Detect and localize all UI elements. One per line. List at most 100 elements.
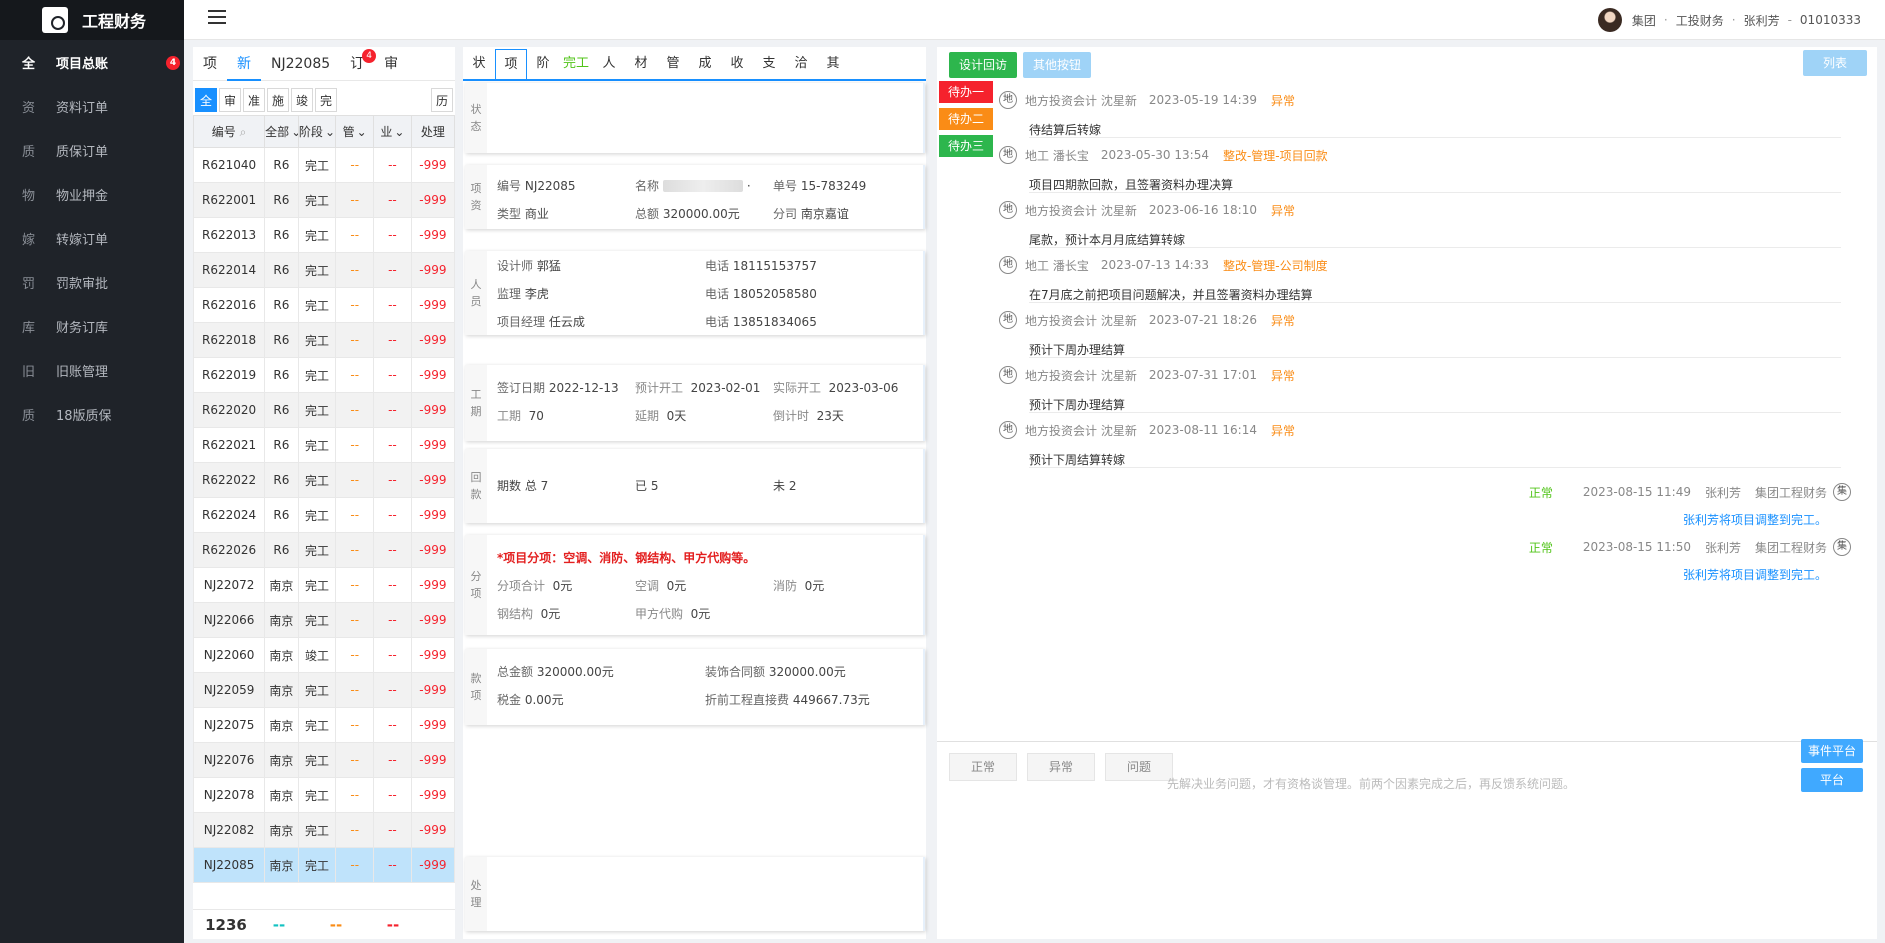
list-tab[interactable]: 审 bbox=[374, 47, 408, 81]
handle-card[interactable]: 处理 bbox=[465, 857, 925, 931]
detail-tab[interactable]: 成 bbox=[689, 49, 721, 79]
event-tag[interactable]: 异常 bbox=[1271, 92, 1295, 109]
column-header[interactable]: 业 ⌄ bbox=[373, 115, 412, 148]
table-row[interactable]: NJ22060 南京 竣工 -- -- -999 bbox=[192, 637, 456, 673]
detail-tab[interactable]: 材 bbox=[625, 49, 657, 79]
table-row[interactable]: R622016 R6 完工 -- -- -999 bbox=[192, 287, 456, 323]
table-row[interactable]: NJ22075 南京 完工 -- -- -999 bbox=[192, 707, 456, 743]
event-platform-button[interactable]: 事件平台 bbox=[1801, 739, 1863, 763]
list-tab[interactable]: 订4 bbox=[340, 47, 377, 81]
column-header[interactable]: 编号 ⌕ bbox=[192, 115, 266, 148]
table-row[interactable]: R622019 R6 完工 -- -- -999 bbox=[192, 357, 456, 393]
event-source-icon[interactable]: 地 bbox=[999, 311, 1017, 329]
todo-three-button[interactable]: 待办三 bbox=[939, 135, 993, 157]
column-header[interactable]: 管 ⌄ bbox=[335, 115, 375, 148]
table-row[interactable]: NJ22059 南京 完工 -- -- -999 bbox=[192, 672, 456, 708]
table-row[interactable]: R622026 R6 完工 -- -- -999 bbox=[192, 532, 456, 568]
history-button[interactable]: 历 bbox=[431, 88, 453, 112]
table-row[interactable]: R622024 R6 完工 -- -- -999 bbox=[192, 497, 456, 533]
other-button[interactable]: 其他按钮 bbox=[1023, 52, 1092, 78]
todo-two-button[interactable]: 待办二 bbox=[939, 108, 993, 130]
detail-tab[interactable]: 人 bbox=[593, 49, 625, 79]
table-cell: -999 bbox=[410, 287, 456, 323]
table-row[interactable]: R622001 R6 完工 -- -- -999 bbox=[192, 182, 456, 218]
chevron-down-icon[interactable]: ⌄ bbox=[291, 125, 297, 139]
sidebar-item[interactable]: 物 物业押金 bbox=[0, 172, 184, 216]
event-tag[interactable]: 异常 bbox=[1271, 422, 1295, 439]
detail-tab[interactable]: 完工 bbox=[559, 49, 593, 79]
status-button[interactable]: 正常 bbox=[949, 753, 1017, 781]
detail-tab[interactable]: 管 bbox=[657, 49, 689, 79]
event-source-icon[interactable]: 地 bbox=[999, 201, 1017, 219]
list-tab[interactable]: NJ22085 bbox=[261, 47, 340, 81]
event-tag[interactable]: 异常 bbox=[1271, 202, 1295, 219]
user-info[interactable]: 集团 · 工投财务 · 张利芳 - 01010333 bbox=[1597, 0, 1861, 40]
detail-tab[interactable]: 阶 bbox=[527, 49, 559, 79]
chevron-down-icon[interactable]: ⌄ bbox=[357, 125, 367, 139]
status-button[interactable]: 异常 bbox=[1027, 753, 1095, 781]
stage-filter-button[interactable]: 全 bbox=[195, 88, 217, 112]
table-row[interactable]: NJ22078 南京 完工 -- -- -999 bbox=[192, 777, 456, 813]
stage-filter-button[interactable]: 准 bbox=[243, 88, 265, 112]
sidebar-item[interactable]: 库 财务订库 bbox=[0, 304, 184, 348]
sidebar-item[interactable]: 质 18版质保 bbox=[0, 392, 184, 436]
sidebar-item[interactable]: 全 项目总账 4 bbox=[0, 40, 184, 84]
todo-one-button[interactable]: 待办一 bbox=[939, 81, 993, 103]
table-row[interactable]: NJ22085 南京 完工 -- -- -999 bbox=[192, 847, 456, 883]
sidebar-item[interactable]: 质 质保订单 bbox=[0, 128, 184, 172]
detail-tab[interactable]: 洽 bbox=[785, 49, 817, 79]
reply-source-icon[interactable]: 集 bbox=[1833, 538, 1851, 556]
column-header[interactable]: 阶段 ⌄ bbox=[297, 115, 337, 148]
table-row[interactable]: NJ22072 南京 完工 -- -- -999 bbox=[192, 567, 456, 603]
design-visit-button[interactable]: 设计回访 bbox=[949, 52, 1018, 78]
detail-tab[interactable]: 其 bbox=[817, 49, 849, 79]
sidebar-item[interactable]: 旧 旧账管理 bbox=[0, 348, 184, 392]
column-header[interactable]: 处理 bbox=[410, 115, 456, 148]
stage-filter-button[interactable]: 完 bbox=[315, 88, 337, 112]
search-icon[interactable]: ⌕ bbox=[236, 125, 247, 139]
table-cell: -- bbox=[373, 357, 412, 393]
event-tag[interactable]: 整改-管理-公司制度 bbox=[1223, 257, 1328, 274]
event-tag[interactable]: 异常 bbox=[1271, 312, 1295, 329]
table-row[interactable]: R622014 R6 完工 -- -- -999 bbox=[192, 252, 456, 288]
detail-tab[interactable]: 支 bbox=[753, 49, 785, 79]
table-row[interactable]: NJ22066 南京 完工 -- -- -999 bbox=[192, 602, 456, 638]
reply-source-icon[interactable]: 集 bbox=[1833, 483, 1851, 501]
list-tab[interactable]: 新 bbox=[227, 47, 261, 81]
event-source-icon[interactable]: 地 bbox=[999, 146, 1017, 164]
table-row[interactable]: R621040 R6 完工 -- -- -999 bbox=[192, 147, 456, 183]
stage-filter-button[interactable]: 审 bbox=[219, 88, 241, 112]
list-button[interactable]: 列表 bbox=[1803, 50, 1867, 76]
chevron-down-icon[interactable]: ⌄ bbox=[325, 125, 335, 139]
menu-toggle-icon[interactable] bbox=[208, 10, 226, 26]
event-source-icon[interactable]: 地 bbox=[999, 366, 1017, 384]
status-button[interactable]: 问题 bbox=[1105, 753, 1173, 781]
table-row[interactable]: R622021 R6 完工 -- -- -999 bbox=[192, 427, 456, 463]
table-row[interactable]: R622022 R6 完工 -- -- -999 bbox=[192, 462, 456, 498]
detail-tab[interactable]: 收 bbox=[721, 49, 753, 79]
platform-button[interactable]: 平台 bbox=[1801, 768, 1863, 792]
event-divider bbox=[1029, 357, 1841, 358]
event-source-icon[interactable]: 地 bbox=[999, 421, 1017, 439]
table-row[interactable]: R622013 R6 完工 -- -- -999 bbox=[192, 217, 456, 253]
brand[interactable]: 工程财务 bbox=[0, 0, 184, 40]
table-row[interactable]: NJ22082 南京 完工 -- -- -999 bbox=[192, 812, 456, 848]
table-row[interactable]: R622020 R6 完工 -- -- -999 bbox=[192, 392, 456, 428]
table-row[interactable]: NJ22076 南京 完工 -- -- -999 bbox=[192, 742, 456, 778]
list-tab[interactable]: 项 bbox=[193, 47, 227, 81]
chevron-down-icon[interactable]: ⌄ bbox=[394, 125, 404, 139]
event-source-icon[interactable]: 地 bbox=[999, 256, 1017, 274]
stage-filter-button[interactable]: 竣 bbox=[291, 88, 313, 112]
event-tag[interactable]: 整改-管理-项目回款 bbox=[1223, 147, 1328, 164]
table-row[interactable]: R622018 R6 完工 -- -- -999 bbox=[192, 322, 456, 358]
event-source-icon[interactable]: 地 bbox=[999, 91, 1017, 109]
event-tag[interactable]: 异常 bbox=[1271, 367, 1295, 384]
sidebar-item[interactable]: 嫁 转嫁订单 bbox=[0, 216, 184, 260]
column-header[interactable]: 全部⌄ bbox=[264, 115, 299, 148]
sidebar-item[interactable]: 资 资料订单 bbox=[0, 84, 184, 128]
detail-tab[interactable]: 状 bbox=[463, 49, 495, 79]
sidebar-item[interactable]: 罚 罚款审批 bbox=[0, 260, 184, 304]
avatar[interactable] bbox=[1597, 8, 1622, 32]
detail-tab[interactable]: 项 bbox=[495, 49, 527, 79]
stage-filter-button[interactable]: 施 bbox=[267, 88, 289, 112]
